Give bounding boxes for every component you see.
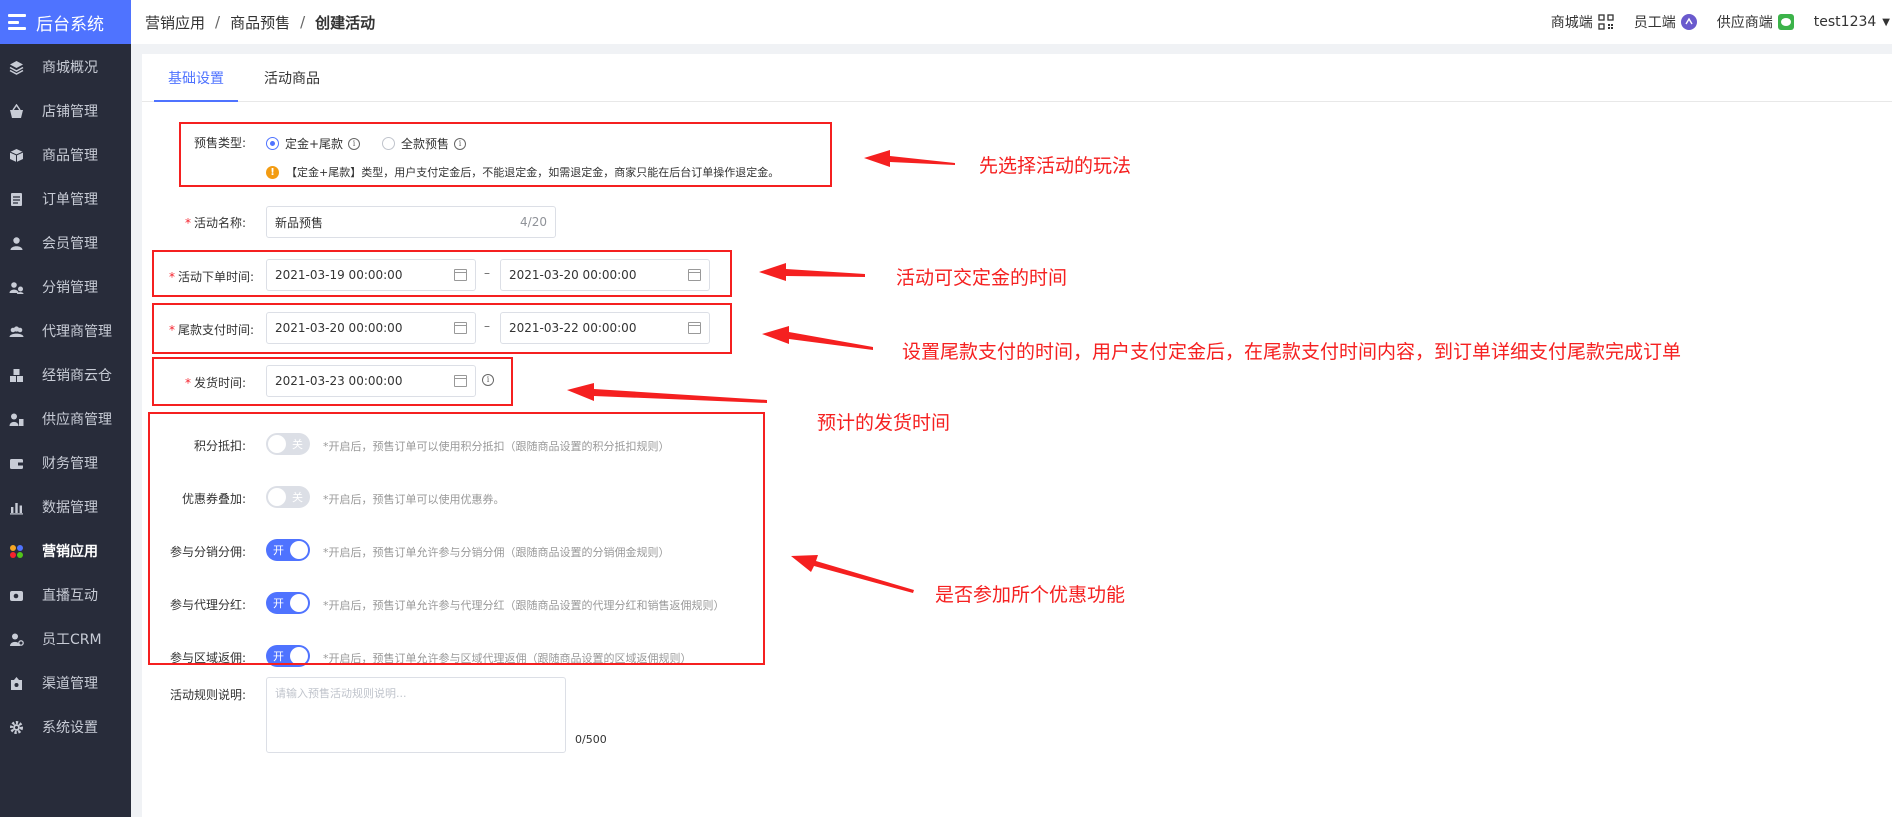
annotation-note: 活动可交定金的时间 — [896, 267, 1068, 289]
supplier-end-link[interactable]: 供应商端 — [1717, 12, 1794, 32]
bar-chart-icon — [9, 500, 24, 515]
annotation-note: 先选择活动的玩法 — [979, 155, 1132, 177]
rules-char-count: 0/500 — [575, 733, 607, 746]
breadcrumb-separator: / — [300, 13, 306, 31]
chevron-down-icon: ▼ — [1882, 16, 1890, 28]
app-title: 后台系统 — [36, 14, 104, 35]
person-icon — [9, 236, 24, 251]
basket-icon — [9, 103, 24, 119]
sidebar-item-layers[interactable]: 商城概况 — [0, 45, 131, 89]
sidebar-item-label: 订单管理 — [42, 192, 98, 208]
annotation-note: 设置尾款支付的时间，用户支付定金后，在尾款支付时间内容，到订单详细支付尾款完成订… — [902, 341, 1682, 363]
staff-app-icon — [1680, 14, 1697, 30]
activity-name-label: * 活动名称: — [184, 216, 246, 230]
breadcrumb-item-presale[interactable]: 商品预售 — [230, 12, 290, 33]
staff-end-link[interactable]: 员工端 — [1634, 12, 1697, 32]
gear-icon — [9, 720, 24, 735]
staff-end-label: 员工端 — [1633, 15, 1676, 31]
sidebar-item-label: 供应商管理 — [42, 412, 112, 428]
activity-name-value: 新品预售 — [275, 215, 324, 230]
sidebar-item-label: 店铺管理 — [42, 104, 98, 120]
sidebar-item-label: 分销管理 — [42, 280, 98, 296]
char-count: 4/20 — [520, 215, 547, 229]
apps-icon — [9, 544, 24, 559]
video-icon — [9, 588, 24, 603]
breadcrumb-item-current: 创建活动 — [315, 13, 376, 32]
sidebar-item-label: 会员管理 — [42, 236, 98, 252]
breadcrumb: 营销应用 / 商品预售 / 创建活动 — [145, 12, 375, 33]
annotation-note: 是否参加所个优惠功能 — [935, 584, 1126, 606]
sidebar-item-label: 商城概况 — [42, 60, 98, 76]
mall-end-label: 商城端 — [1550, 15, 1593, 31]
rules-textarea[interactable]: 请输入预售活动规则说明... — [266, 677, 566, 753]
tab-bar: 基础设置 活动商品 — [142, 54, 1892, 102]
menu-toggle-icon[interactable] — [8, 14, 26, 30]
annotation-box-presale-type — [179, 122, 832, 187]
annotation-box-balance-time — [152, 303, 732, 354]
username: test1234 — [1813, 14, 1877, 30]
channel-icon — [9, 676, 24, 691]
activity-name-input[interactable]: 新品预售 4/20 — [266, 206, 556, 238]
logo-bar[interactable]: 后台系统 — [0, 0, 131, 44]
cubes-icon — [9, 368, 24, 383]
mall-end-link[interactable]: 商城端 — [1551, 12, 1614, 32]
wallet-icon — [9, 456, 24, 471]
layers-icon — [9, 60, 24, 75]
supplier-icon — [9, 412, 24, 427]
sidebar-item-supplier[interactable]: 供应商管理 — [0, 397, 131, 441]
top-bar: 营销应用 / 商品预售 / 创建活动 商城端 员工端 供应商端 test1234… — [131, 0, 1892, 44]
wechat-icon — [1777, 14, 1794, 30]
header-actions: 商城端 员工端 供应商端 test1234 ▼ — [1551, 0, 1892, 44]
document-icon — [9, 192, 24, 207]
supplier-end-label: 供应商端 — [1716, 15, 1773, 31]
sidebar-item-label: 财务管理 — [42, 456, 98, 472]
box-icon — [9, 148, 24, 163]
sidebar-item-label: 系统设置 — [42, 720, 98, 736]
sidebar-item-gear[interactable]: 系统设置 — [0, 705, 131, 749]
annotation-box-ship-time — [152, 357, 513, 406]
tab-basic-settings[interactable]: 基础设置 — [154, 68, 238, 102]
sidebar-item-basket[interactable]: 店铺管理 — [0, 89, 131, 133]
staff-icon — [9, 632, 24, 647]
qrcode-icon — [1598, 14, 1614, 30]
share-users-icon — [9, 280, 24, 295]
breadcrumb-separator: / — [215, 13, 221, 31]
sidebar-item-label: 员工CRM — [42, 632, 102, 648]
annotation-box-discounts — [148, 412, 765, 665]
rules-label: 活动规则说明: — [169, 688, 246, 702]
group-icon — [9, 324, 24, 339]
annotation-box-order-time — [152, 250, 732, 297]
breadcrumb-item-marketing[interactable]: 营销应用 — [145, 12, 205, 33]
annotation-note: 预计的发货时间 — [817, 412, 951, 434]
tab-activity-products[interactable]: 活动商品 — [250, 68, 334, 101]
user-menu[interactable]: test1234 ▼ — [1814, 14, 1890, 30]
